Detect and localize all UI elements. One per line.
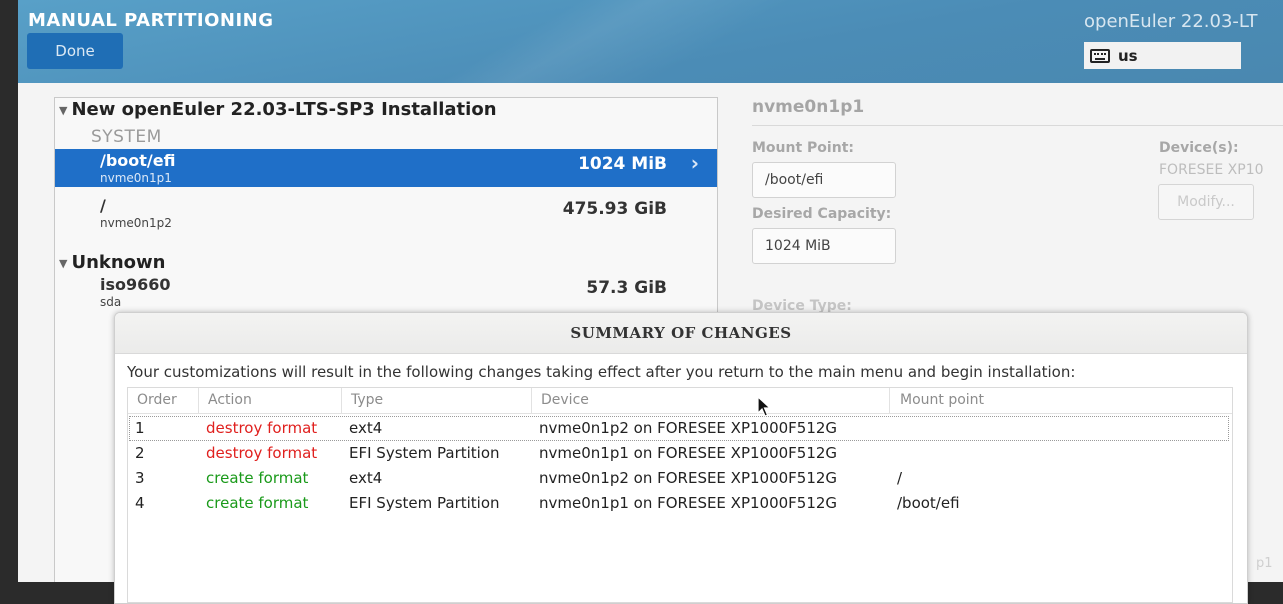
partition-row-iso9660[interactable]: iso9660 sda 57.3 GiB: [55, 273, 717, 311]
modify-button[interactable]: Modify...: [1158, 184, 1254, 220]
desired-capacity-label: Desired Capacity:: [752, 206, 892, 222]
cell-action: destroy format: [206, 444, 318, 462]
table-row[interactable]: 4 create format EFI System Partition nvm…: [128, 491, 1232, 516]
background-ghost-text: p1: [1256, 556, 1273, 571]
system-section-label: SYSTEM: [91, 127, 162, 147]
table-header: Order Action Type Device Mount point: [128, 388, 1232, 414]
cell-device: nvme0n1p1 on FORESEE XP1000F512G: [539, 444, 838, 462]
expand-triangle-icon[interactable]: ▼: [59, 257, 67, 270]
table-row[interactable]: 3 create format ext4 nvme0n1p2 on FORESE…: [128, 466, 1232, 491]
keyboard-icon: [1090, 48, 1110, 63]
device-name: FORESEE XP10: [1159, 162, 1264, 178]
dialog-title: SUMMARY OF CHANGES: [570, 324, 792, 342]
group-new-installation[interactable]: ▼ New openEuler 22.03-LTS-SP3 Installatio…: [59, 99, 497, 120]
cell-mount-point: /boot/efi: [897, 494, 960, 512]
cell-type: ext4: [349, 469, 383, 487]
table-row[interactable]: 2 destroy format EFI System Partition nv…: [128, 441, 1232, 466]
partition-size: 57.3 GiB: [586, 278, 667, 298]
cell-type: EFI System Partition: [349, 494, 500, 512]
cell-device: nvme0n1p1 on FORESEE XP1000F512G: [539, 494, 838, 512]
column-divider: [198, 388, 199, 413]
dialog-titlebar: SUMMARY OF CHANGES: [115, 313, 1247, 354]
done-button[interactable]: Done: [27, 33, 123, 69]
cell-order: 2: [135, 444, 145, 462]
partition-name: iso9660: [100, 275, 171, 294]
cell-type: EFI System Partition: [349, 444, 500, 462]
column-header-device[interactable]: Device: [541, 392, 589, 408]
mount-point-input[interactable]: /boot/efi: [752, 162, 896, 198]
group-new-installation-label: New openEuler 22.03-LTS-SP3 Installation: [71, 99, 497, 120]
cell-action: create format: [206, 469, 309, 487]
column-divider: [531, 388, 532, 413]
partition-name: /boot/efi: [100, 151, 176, 170]
chevron-right-icon: ›: [690, 151, 699, 175]
cell-type: ext4: [349, 419, 383, 437]
cell-mount-point: /: [897, 469, 903, 487]
group-unknown-label: Unknown: [71, 252, 166, 273]
cell-device: nvme0n1p2 on FORESEE XP1000F512G: [539, 469, 838, 487]
column-divider: [889, 388, 890, 413]
partition-size: 1024 MiB: [578, 154, 667, 174]
column-header-action[interactable]: Action: [208, 392, 252, 408]
partition-size: 475.93 GiB: [562, 199, 667, 219]
partition-name: /: [100, 196, 106, 215]
dialog-description: Your customizations will result in the f…: [127, 363, 1076, 381]
selected-partition-title: nvme0n1p1: [752, 97, 865, 117]
group-unknown[interactable]: ▼ Unknown: [59, 252, 166, 273]
column-header-mount-point[interactable]: Mount point: [900, 392, 984, 408]
summary-of-changes-dialog: SUMMARY OF CHANGES Your customizations w…: [114, 312, 1248, 604]
partition-device: nvme0n1p1: [100, 171, 172, 185]
desired-capacity-input[interactable]: 1024 MiB: [752, 228, 896, 264]
table-row[interactable]: 1 destroy format ext4 nvme0n1p2 on FORES…: [129, 416, 1229, 441]
partition-row-boot-efi[interactable]: /boot/efi nvme0n1p1 1024 MiB ›: [55, 149, 717, 187]
mount-point-label: Mount Point:: [752, 140, 854, 156]
cell-order: 3: [135, 469, 145, 487]
keyboard-layout-label: us: [1118, 46, 1138, 65]
devices-label: Device(s):: [1159, 140, 1239, 156]
header-bar: MANUAL PARTITIONING Done openEuler 22.03…: [18, 0, 1283, 83]
column-header-type[interactable]: Type: [351, 392, 383, 408]
page-title: MANUAL PARTITIONING: [28, 10, 274, 31]
expand-triangle-icon[interactable]: ▼: [59, 104, 67, 117]
divider: [752, 125, 1283, 126]
cell-order: 4: [135, 494, 145, 512]
keyboard-layout-indicator[interactable]: us: [1084, 42, 1241, 69]
partition-device: nvme0n1p2: [100, 216, 172, 230]
product-title: openEuler 22.03-LT: [1084, 11, 1258, 32]
cell-action: destroy format: [206, 419, 318, 437]
partition-row-root[interactable]: / nvme0n1p2 475.93 GiB: [55, 194, 717, 232]
cell-order: 1: [135, 419, 145, 437]
partition-device: sda: [100, 295, 122, 309]
mouse-pointer-icon: [757, 396, 772, 417]
cell-device: nvme0n1p2 on FORESEE XP1000F512G: [539, 419, 838, 437]
cell-action: create format: [206, 494, 309, 512]
changes-table: Order Action Type Device Mount point 1 d…: [127, 387, 1233, 603]
column-divider: [341, 388, 342, 413]
column-header-order[interactable]: Order: [137, 392, 177, 408]
